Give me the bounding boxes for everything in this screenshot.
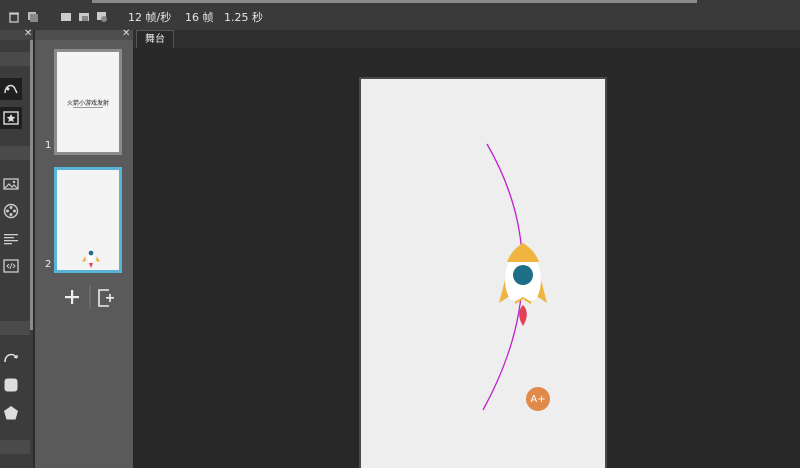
stage-overlay xyxy=(482,143,547,411)
rocket-sprite[interactable] xyxy=(499,243,547,326)
add-text-badge[interactable]: A+ xyxy=(526,387,550,411)
add-text-badge-label: A+ xyxy=(530,393,546,405)
